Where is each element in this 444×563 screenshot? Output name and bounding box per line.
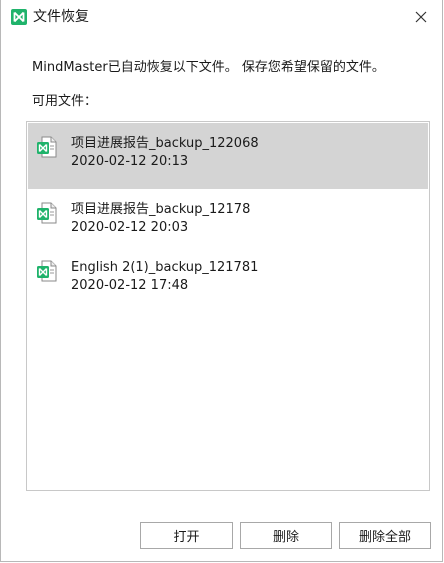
dialog-title: 文件恢复 <box>33 9 89 25</box>
file-name: 项目进展报告_backup_12178 <box>71 202 251 217</box>
delete-button[interactable]: 删除 <box>240 522 332 549</box>
title-bar: 文件恢复 <box>1 0 442 34</box>
recovery-message: MindMaster已自动恢复以下文件。 保存您希望保留的文件。 <box>32 60 385 75</box>
file-list-item[interactable]: English 2(1)_backup_121781 2020-02-12 17… <box>28 247 428 313</box>
file-list-item[interactable]: 项目进展报告_backup_12178 2020-02-12 20:03 <box>28 189 428 255</box>
available-files-label: 可用文件： <box>32 94 98 109</box>
close-button[interactable] <box>406 2 436 32</box>
delete-all-button[interactable]: 删除全部 <box>339 522 431 549</box>
file-recovery-dialog: 文件恢复 MindMaster已自动恢复以下文件。 保存您希望保留的文件。 可用… <box>0 0 443 562</box>
close-icon <box>415 8 427 27</box>
file-list[interactable]: 项目进展报告_backup_122068 2020-02-12 20:13 项目… <box>26 121 430 491</box>
file-name: English 2(1)_backup_121781 <box>71 260 259 275</box>
file-name: 项目进展报告_backup_122068 <box>71 136 259 151</box>
mindmaster-logo-icon <box>11 9 27 25</box>
file-date: 2020-02-12 20:13 <box>71 154 189 169</box>
file-date: 2020-02-12 20:03 <box>71 220 189 235</box>
file-date: 2020-02-12 17:48 <box>71 278 189 293</box>
mindmap-file-icon <box>37 260 57 282</box>
open-button[interactable]: 打开 <box>140 522 233 549</box>
mindmap-file-icon <box>37 136 57 158</box>
mindmap-file-icon <box>37 202 57 224</box>
file-list-item[interactable]: 项目进展报告_backup_122068 2020-02-12 20:13 <box>28 123 428 189</box>
